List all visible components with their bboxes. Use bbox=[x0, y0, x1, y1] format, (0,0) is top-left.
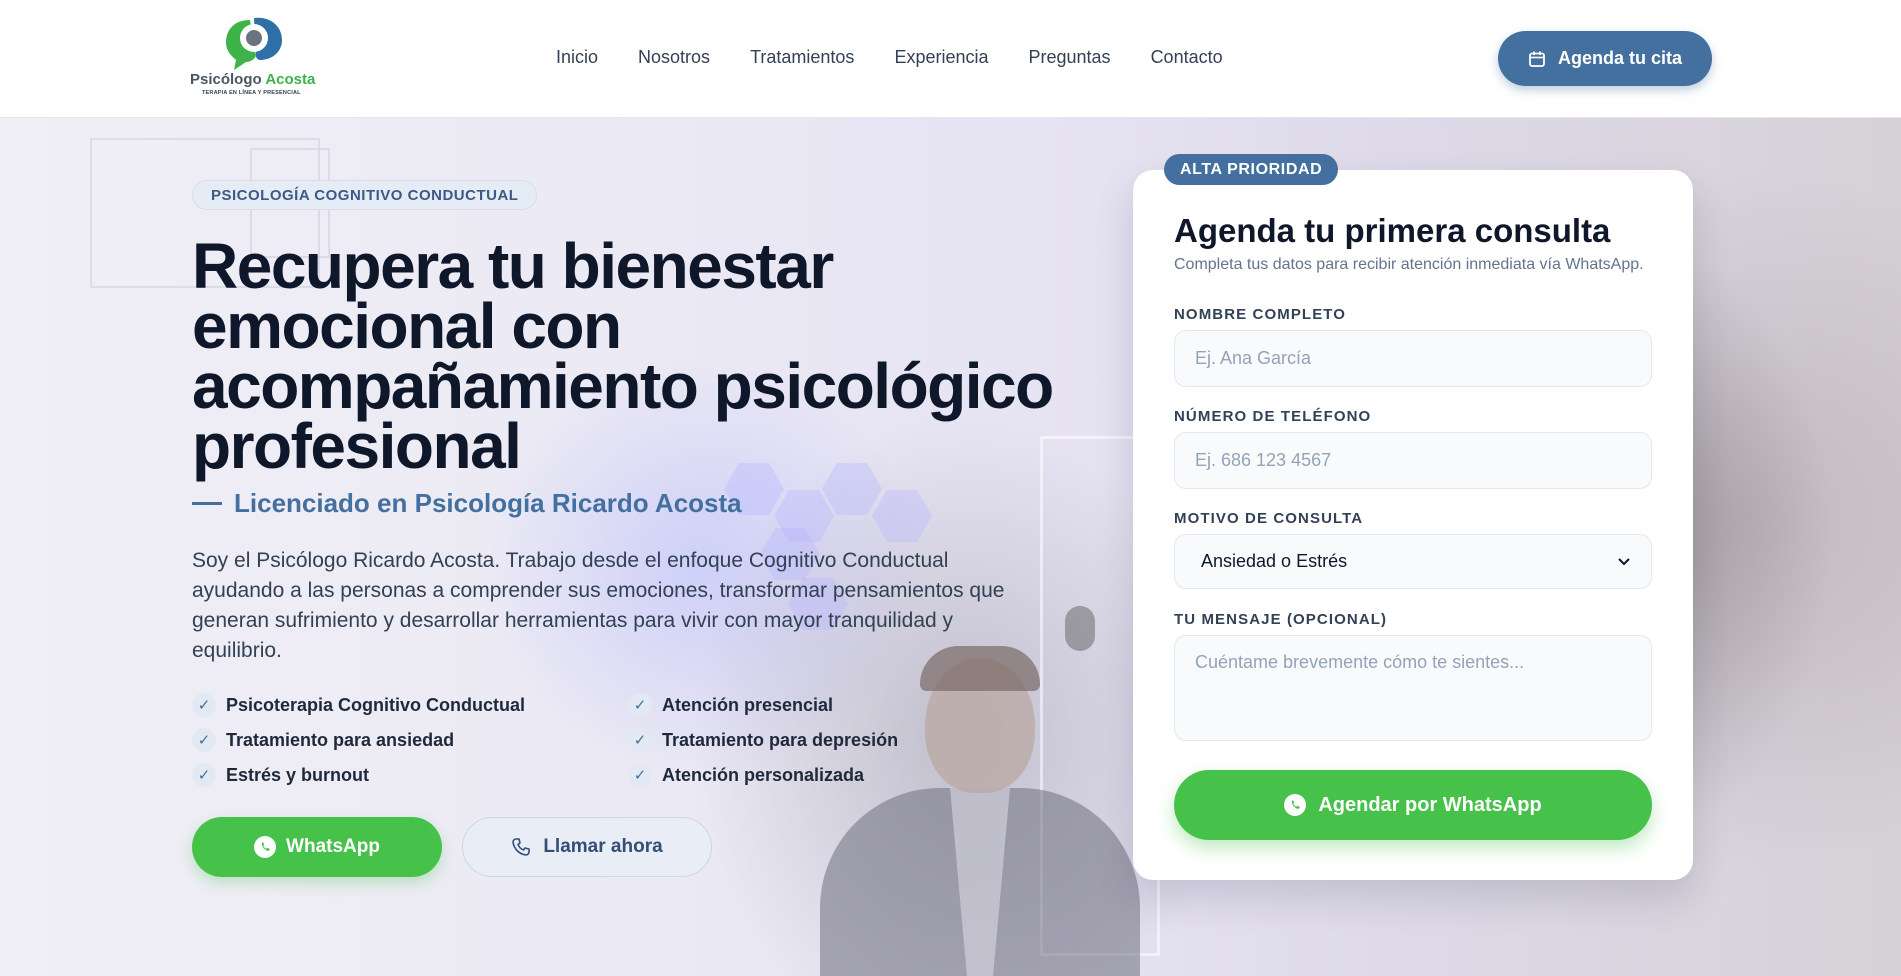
name-label: NOMBRE COMPLETO bbox=[1174, 306, 1347, 323]
check-icon: ✓ bbox=[628, 763, 652, 787]
phone-icon bbox=[512, 838, 531, 856]
brand-name: Psicólogo Acosta bbox=[190, 71, 316, 88]
brand-tagline: TERAPIA EN LÍNEA Y PRESENCIAL bbox=[202, 90, 301, 96]
phone-input[interactable] bbox=[1174, 432, 1652, 489]
name-input[interactable] bbox=[1174, 330, 1652, 387]
book-appointment-label: Agenda tu cita bbox=[1557, 48, 1682, 68]
nav-link-nosotros[interactable]: Nosotros bbox=[638, 47, 710, 68]
form-title: Agenda tu primera consulta bbox=[1174, 212, 1611, 249]
check-icon: ✓ bbox=[628, 728, 652, 752]
chevron-down-icon bbox=[1618, 557, 1630, 565]
message-textarea[interactable] bbox=[1174, 635, 1652, 741]
feature-item: ✓ Psicoterapia Cognitivo Conductual bbox=[192, 692, 628, 718]
nav-link-inicio[interactable]: Inicio bbox=[556, 47, 598, 68]
brain-logo-icon bbox=[226, 17, 282, 70]
calendar-icon bbox=[1529, 51, 1545, 67]
call-now-label: Llamar ahora bbox=[543, 836, 663, 857]
nav-link-contacto[interactable]: Contacto bbox=[1151, 47, 1223, 68]
main-menu: Inicio Nosotros Tratamientos Experiencia… bbox=[556, 47, 1223, 68]
nav-link-preguntas[interactable]: Preguntas bbox=[1029, 47, 1111, 68]
specialty-badge: PSICOLOGÍA COGNITIVO CONDUCTUAL bbox=[192, 180, 538, 210]
nav-link-tratamientos[interactable]: Tratamientos bbox=[750, 47, 854, 68]
check-icon: ✓ bbox=[192, 763, 216, 787]
hero-title: Recupera tu bienestar emocional con acom… bbox=[192, 230, 1054, 482]
check-icon: ✓ bbox=[628, 693, 652, 717]
reason-label: MOTIVO DE CONSULTA bbox=[1174, 510, 1364, 527]
priority-badge: ALTA PRIORIDAD bbox=[1164, 154, 1339, 185]
subtitle-text: Licenciado en Psicología Ricardo Acosta bbox=[234, 488, 742, 518]
feature-item: ✓ Tratamiento para ansiedad bbox=[192, 727, 628, 753]
book-appointment-button[interactable]: Agenda tu cita bbox=[1498, 31, 1712, 86]
whatsapp-button[interactable]: WhatsApp bbox=[192, 817, 442, 877]
brand-logo[interactable]: Psicólogo Acosta TERAPIA EN LÍNEA Y PRES… bbox=[190, 16, 320, 100]
feature-item: ✓ Tratamiento para depresión bbox=[628, 727, 922, 753]
feature-item: ✓ Estrés y burnout bbox=[192, 762, 628, 788]
nav-link-experiencia[interactable]: Experiencia bbox=[894, 47, 988, 68]
message-label: TU MENSAJE (OPCIONAL) bbox=[1174, 611, 1388, 628]
appointment-form-card: Agenda tu primera consulta Completa tus … bbox=[1133, 170, 1693, 880]
form-subtitle: Completa tus datos para recibir atención… bbox=[1174, 256, 1644, 273]
submit-whatsapp-button[interactable]: Agendar por WhatsApp bbox=[1174, 770, 1652, 840]
call-now-button[interactable]: Llamar ahora bbox=[462, 817, 712, 877]
hero-section: PSICOLOGÍA COGNITIVO CONDUCTUAL Recupera… bbox=[0, 118, 1901, 976]
check-icon: ✓ bbox=[192, 728, 216, 752]
features-list: ✓ Psicoterapia Cognitivo Conductual ✓ Aten… bbox=[192, 692, 922, 788]
psychologist-photo bbox=[820, 638, 1140, 976]
reason-selected-value: Ansiedad o Estrés bbox=[1201, 551, 1348, 571]
top-navbar: Psicólogo Acosta TERAPIA EN LÍNEA Y PRES… bbox=[0, 0, 1901, 118]
check-icon: ✓ bbox=[192, 693, 216, 717]
reason-select[interactable]: Ansiedad o Estrés bbox=[1174, 534, 1652, 589]
whatsapp-icon bbox=[1284, 794, 1307, 816]
whatsapp-button-label: WhatsApp bbox=[286, 836, 380, 857]
phone-label: NÚMERO DE TELÉFONO bbox=[1174, 408, 1372, 425]
hero-subtitle: Licenciado en Psicología Ricardo Acosta bbox=[192, 488, 742, 519]
feature-item: ✓ Atención personalizada bbox=[628, 762, 922, 788]
submit-whatsapp-label: Agendar por WhatsApp bbox=[1318, 793, 1542, 816]
whatsapp-icon bbox=[254, 836, 277, 858]
background-hexagon bbox=[872, 490, 932, 542]
feature-item: ✓ Atención presencial bbox=[628, 692, 922, 718]
hero-description: Soy el Psicólogo Ricardo Acosta. Trabajo… bbox=[192, 549, 1005, 662]
subtitle-dash bbox=[192, 502, 222, 505]
